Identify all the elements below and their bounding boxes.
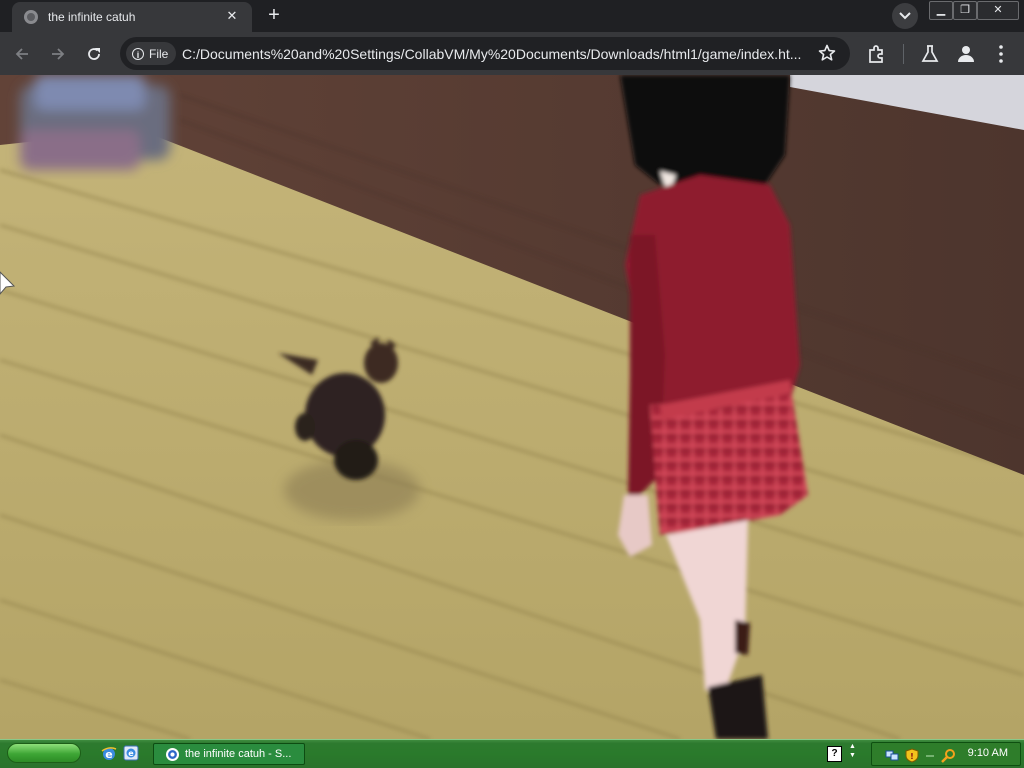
furniture	[20, 75, 170, 170]
flask-icon[interactable]	[921, 44, 939, 64]
taskbar-window-label: the infinite catuh - S...	[185, 748, 292, 760]
game-viewport[interactable]	[0, 75, 1024, 739]
url-text: C:/Documents%20and%20Settings/CollabVM/M…	[182, 46, 802, 62]
reload-button[interactable]	[80, 40, 108, 68]
security-shield-icon[interactable]: !	[905, 748, 919, 763]
browser-toolbar: i File C:/Documents%20and%20Settings/Col…	[0, 32, 1024, 75]
game-scene	[0, 75, 1024, 739]
clock[interactable]: 9:10 AM	[968, 747, 1008, 759]
taskbar-window-button[interactable]: the infinite catuh - S...	[153, 743, 305, 765]
network-icon[interactable]	[885, 748, 899, 762]
puzzle-icon[interactable]	[867, 44, 887, 64]
svg-text:e: e	[105, 748, 112, 761]
minimize-button[interactable]: ▁	[929, 1, 953, 20]
help-icon[interactable]: ?	[827, 746, 842, 762]
chrome-icon	[166, 748, 179, 761]
tray-separator-icon	[926, 755, 934, 757]
internet-explorer-icon[interactable]: e	[101, 745, 117, 761]
start-button[interactable]	[7, 743, 81, 763]
svg-text:!: !	[910, 752, 914, 761]
arrow-left-icon	[15, 48, 28, 60]
system-tray: ! 9:10 AM	[871, 742, 1021, 766]
tab-search-button[interactable]	[892, 3, 918, 29]
site-info-chip[interactable]: i File	[126, 42, 177, 65]
browser-quicklaunch-icon[interactable]: e	[123, 745, 139, 761]
star-icon[interactable]	[818, 44, 836, 62]
person-icon[interactable]	[957, 44, 975, 64]
close-window-button[interactable]: ✕	[977, 1, 1019, 20]
new-tab-button[interactable]: +	[262, 4, 286, 28]
arrow-right-icon	[52, 48, 65, 60]
info-icon: i	[132, 47, 144, 60]
taskbar: e e the infinite catuh - S... ? ▲ ▼ ! 9:1…	[0, 739, 1024, 768]
globe-icon	[24, 10, 38, 24]
address-bar[interactable]: i File C:/Documents%20and%20Settings/Col…	[120, 37, 850, 70]
kebab-menu-icon[interactable]	[996, 44, 1006, 64]
tab-title: the infinite catuh	[48, 10, 136, 24]
restore-button[interactable]: ❐	[953, 1, 977, 20]
chevron-down-icon	[899, 12, 911, 20]
toolbar-separator	[903, 44, 904, 64]
tab-active[interactable]: the infinite catuh ✕	[12, 2, 252, 32]
svg-text:e: e	[128, 749, 134, 758]
back-button[interactable]	[8, 40, 36, 68]
tab-strip: the infinite catuh ✕ + ▁ ❐ ✕	[0, 0, 1024, 32]
search-icon[interactable]	[941, 748, 957, 764]
language-bar-arrows[interactable]: ▲ ▼	[849, 742, 856, 760]
site-info-label: File	[149, 46, 169, 61]
forward-button[interactable]	[44, 40, 72, 68]
tab-close-button[interactable]: ✕	[222, 6, 242, 26]
reload-icon	[88, 48, 100, 60]
